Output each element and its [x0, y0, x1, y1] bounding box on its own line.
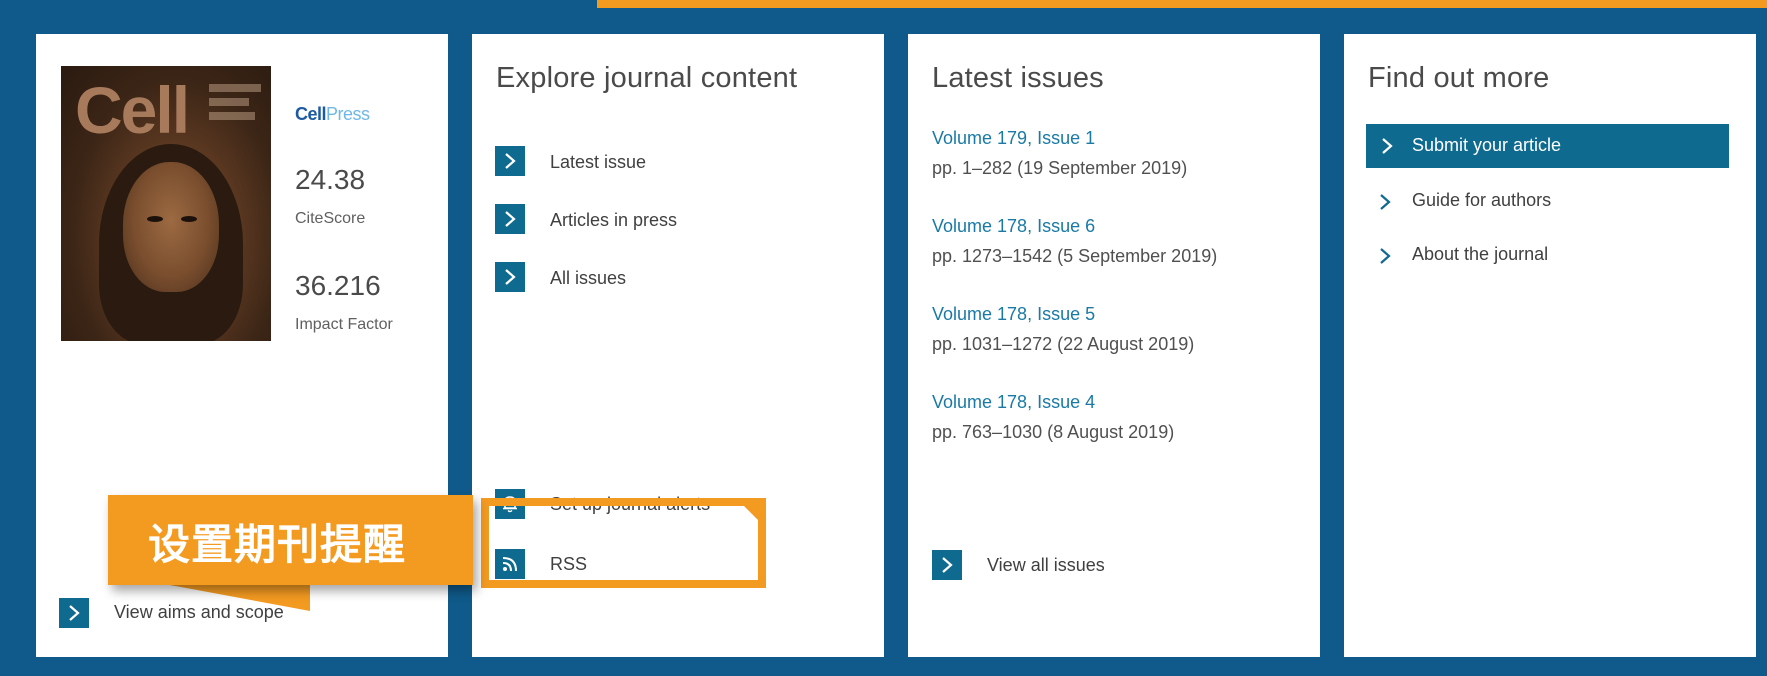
impact-factor-value: 36.216	[295, 270, 381, 301]
view-all-issues-link[interactable]: View all issues	[987, 555, 1105, 576]
callout-text: 设置期刊提醒	[148, 520, 407, 569]
all-issues-chevron-button[interactable]	[495, 262, 525, 292]
latest-issue-chevron-button[interactable]	[495, 146, 525, 176]
articles-in-press-link[interactable]: Articles in press	[550, 210, 677, 231]
chevron-right-icon	[505, 211, 516, 227]
callout-tail	[170, 585, 310, 611]
chevron-right-icon	[505, 153, 516, 169]
issue-link[interactable]: Volume 179, Issue 1	[932, 128, 1095, 149]
find-out-more-card: Find out more Submit your article Guide …	[1344, 34, 1756, 657]
chevron-right-icon	[1380, 248, 1391, 264]
issue-pages: pp. 1–282 (19 September 2019)	[932, 158, 1188, 178]
explore-title: Explore journal content	[496, 62, 798, 94]
issue-link[interactable]: Volume 178, Issue 4	[932, 392, 1095, 413]
latest-issues-title: Latest issues	[932, 62, 1104, 94]
journal-cover-image[interactable]: Cell	[61, 66, 271, 341]
chevron-right-icon	[1382, 138, 1393, 154]
cover-title: Cell	[75, 73, 190, 147]
latest-issue-link[interactable]: Latest issue	[550, 152, 646, 173]
citescore-label: CiteScore	[295, 210, 366, 227]
chevron-right-icon	[69, 605, 80, 621]
articles-in-press-chevron-button[interactable]	[495, 204, 525, 234]
annotation-callout: 设置期刊提醒	[108, 495, 473, 585]
about-journal-link[interactable]: About the journal	[1412, 244, 1548, 265]
submit-article-label: Submit your article	[1412, 135, 1562, 155]
citescore-value: 24.38	[295, 164, 366, 195]
issue-link[interactable]: Volume 178, Issue 5	[932, 304, 1095, 325]
impact-factor-label: Impact Factor	[295, 316, 393, 333]
view-all-issues-chevron-button[interactable]	[932, 550, 962, 580]
issue-pages: pp. 763–1030 (8 August 2019)	[932, 422, 1175, 442]
alerts-highlight-frame	[481, 498, 766, 588]
chevron-right-icon	[942, 557, 953, 573]
all-issues-link[interactable]: All issues	[550, 268, 626, 289]
chevron-right-icon	[1380, 194, 1391, 210]
aims-chevron-button[interactable]	[59, 598, 89, 628]
guide-for-authors-link[interactable]: Guide for authors	[1412, 190, 1551, 211]
chevron-right-icon	[505, 269, 516, 285]
submit-article-button[interactable]: Submit your article	[1366, 124, 1729, 168]
issue-link[interactable]: Volume 178, Issue 6	[932, 216, 1095, 237]
latest-issues-card: Latest issues Volume 179, Issue 1 pp. 1–…	[908, 34, 1320, 657]
cellpress-logo[interactable]: CellPress	[295, 104, 370, 125]
issue-pages: pp. 1273–1542 (5 September 2019)	[932, 246, 1218, 266]
top-accent-bar	[597, 0, 1767, 8]
highlight-frame-corner	[736, 498, 766, 528]
find-out-more-title: Find out more	[1368, 62, 1550, 94]
issue-pages: pp. 1031–1272 (22 August 2019)	[932, 334, 1195, 354]
